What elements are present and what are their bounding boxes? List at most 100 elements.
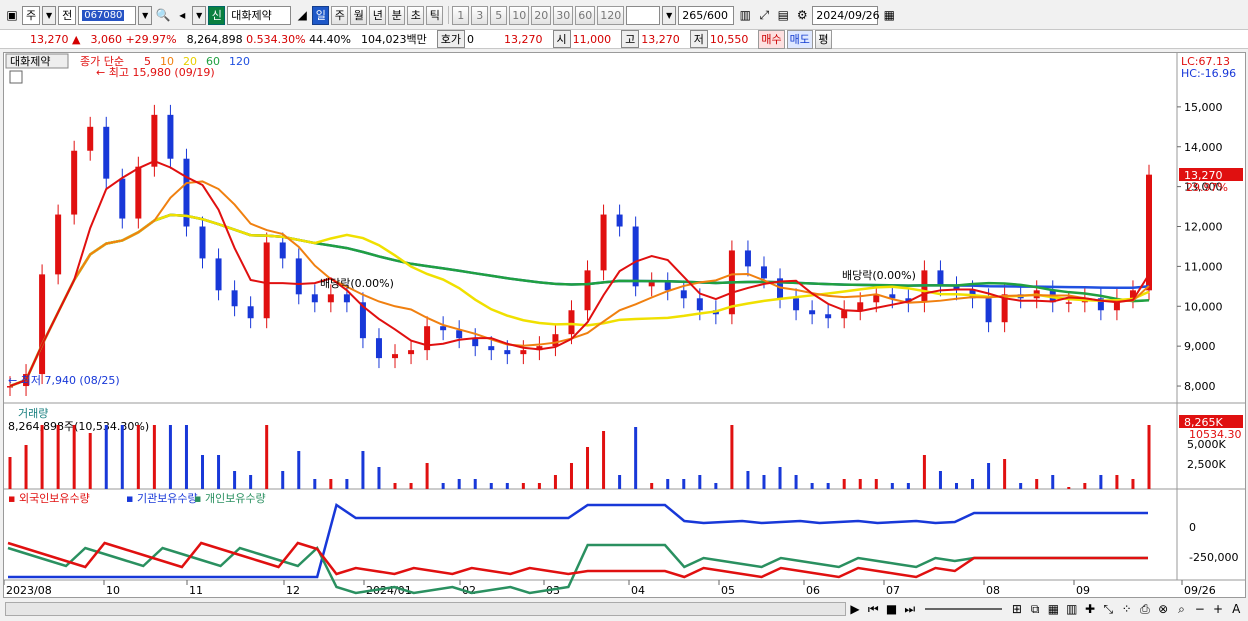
save-icon[interactable]: ▤ — [774, 6, 792, 25]
candle-body — [215, 258, 222, 291]
market-dropdown[interactable]: ▼ — [42, 5, 57, 25]
speaker-dropdown[interactable]: ▼ — [192, 5, 207, 25]
minute-120-button[interactable]: 120 — [597, 5, 625, 25]
candle-body — [552, 334, 559, 347]
chart-type-icon[interactable]: ▥ — [1063, 600, 1080, 619]
ma60-line — [9, 213, 1150, 388]
high-note: ← 최고 15,980 (09/19) — [96, 66, 215, 79]
volume-info: 8,264,898주(10,534.30%) — [8, 420, 149, 433]
volume-bar — [72, 425, 76, 489]
volume-bar — [618, 475, 622, 489]
minute-3-button[interactable]: 3 — [471, 5, 489, 25]
period-minute-button[interactable]: 분 — [388, 5, 406, 25]
trend-icon[interactable]: ⤡ — [1100, 600, 1117, 619]
minute-20-button[interactable]: 20 — [531, 5, 552, 25]
date-input[interactable]: 2024/09/26 — [812, 5, 880, 25]
copy-icon[interactable]: ⧉ — [1027, 600, 1044, 619]
volume-bar — [826, 483, 830, 489]
volume-bar — [56, 425, 60, 489]
price-tick-label: 8,000 — [1184, 380, 1216, 393]
market-select[interactable]: 주 — [22, 5, 41, 25]
buy-button[interactable]: 매수 — [758, 29, 785, 49]
chart-scrollbar[interactable]: ▶ ⏮ ■ ⏭ ⊞ ⧉ ▦ ▥ ✚ ⤡ ⁘ ⎙ ⊗ ⌕ − + A — [3, 600, 1246, 618]
candle-body — [311, 294, 318, 303]
grid-icon[interactable]: ▦ — [1045, 600, 1062, 619]
candle-body — [504, 350, 511, 355]
gear-icon[interactable]: ⚙ — [793, 6, 811, 25]
volume-bar — [345, 479, 349, 489]
candle-icon[interactable]: ▥ — [736, 6, 754, 25]
custom-period-dropdown[interactable]: ▼ — [662, 5, 677, 25]
volume-bar — [954, 483, 958, 489]
period-second-button[interactable]: 초 — [407, 5, 425, 25]
candle-body — [231, 290, 238, 307]
scroll-track[interactable] — [5, 602, 847, 616]
hoga-value: 0 — [467, 32, 474, 46]
minute-10-button[interactable]: 10 — [509, 5, 530, 25]
prev-select[interactable]: 전 — [58, 5, 77, 25]
period-week-button[interactable]: 주 — [331, 5, 349, 25]
candle-body — [456, 330, 463, 339]
inst-holder-label: ▪ 기관보유수량 — [126, 492, 198, 505]
period-tick-button[interactable]: 틱 — [426, 5, 444, 25]
speaker-icon[interactable]: ◂ — [173, 6, 191, 25]
volume-bar — [249, 475, 253, 489]
candle-body — [744, 250, 751, 267]
volume-bar — [842, 479, 846, 489]
hoga-label: 호가 — [436, 30, 465, 48]
sell-button[interactable]: 매도 — [786, 29, 813, 49]
minute-60-button[interactable]: 60 — [575, 5, 596, 25]
foreign-holder-label: ▪ 외국인보유수량 — [8, 492, 90, 505]
price-tick-label: 9,000 — [1184, 340, 1216, 353]
volume-bar — [586, 447, 590, 489]
chart-area[interactable]: 15,000 14,000 13,000 12,000 11,000 10,000 9,00… — [3, 52, 1246, 598]
forward-icon[interactable]: ⏭ — [901, 600, 918, 619]
stop-icon[interactable]: ■ — [883, 600, 900, 619]
minute-5-button[interactable]: 5 — [490, 5, 508, 25]
code-dropdown[interactable]: ▼ — [138, 5, 153, 25]
window-icon[interactable]: ▣ — [3, 6, 21, 25]
candle-body — [327, 294, 334, 303]
print-icon[interactable]: ⎙ — [1136, 600, 1153, 619]
plus-icon[interactable]: + — [1209, 600, 1226, 619]
candle-body — [1146, 174, 1152, 291]
close-chart-icon[interactable]: ⊗ — [1155, 600, 1172, 619]
crosshair-icon[interactable]: ✚ — [1081, 600, 1098, 619]
minute-30-button[interactable]: 30 — [553, 5, 574, 25]
calendar-icon[interactable]: ▦ — [880, 6, 898, 25]
volume-bar — [441, 483, 445, 489]
dropdown-arrow-icon[interactable]: ◢ — [293, 6, 311, 25]
layout-icon[interactable]: ⊞ — [1008, 600, 1025, 619]
period-month-button[interactable]: 월 — [350, 5, 368, 25]
stock-code-input[interactable]: 067080 — [78, 5, 137, 25]
next-icon[interactable]: ▶ — [846, 600, 863, 619]
period-day-button[interactable]: 일 — [312, 5, 330, 25]
candle-body — [87, 126, 94, 151]
period-year-button[interactable]: 년 — [369, 5, 387, 25]
custom-period-input[interactable] — [626, 5, 661, 25]
volume-bar — [329, 479, 333, 489]
search-icon[interactable]: 🔍 — [154, 6, 172, 25]
count-input[interactable]: 265/600 — [678, 5, 735, 25]
candle-body — [760, 266, 767, 279]
volume-bar — [104, 425, 108, 489]
candle-body — [151, 114, 158, 167]
candle-body — [488, 346, 495, 351]
zoom-icon[interactable]: ⌕ — [1173, 600, 1190, 619]
equal-button[interactable]: 평 — [814, 29, 832, 49]
x-tick-label: 06 — [806, 584, 820, 597]
price-chart-svg[interactable]: 15,00014,00013,00012,00011,00010,0009,00… — [3, 53, 1245, 597]
zoom-slider[interactable] — [925, 608, 1003, 610]
draw-tool-icon[interactable]: ⤢ — [755, 6, 773, 25]
rewind-icon[interactable]: ⏮ — [865, 600, 882, 619]
font-size-icon[interactable]: A — [1228, 600, 1245, 619]
pattern-icon[interactable]: ⁘ — [1118, 600, 1135, 619]
foreign-holder-line — [7, 541, 1148, 579]
ma-legend-120: 120 — [229, 55, 250, 68]
volume-last-pct: 10534.30 — [1189, 428, 1242, 441]
minus-icon[interactable]: − — [1191, 600, 1208, 619]
minute-1-button[interactable]: 1 — [452, 5, 470, 25]
price-tick-label: 10,000 — [1184, 300, 1223, 313]
volume-bar — [120, 425, 124, 489]
price-tick-label: 15,000 — [1184, 101, 1223, 114]
